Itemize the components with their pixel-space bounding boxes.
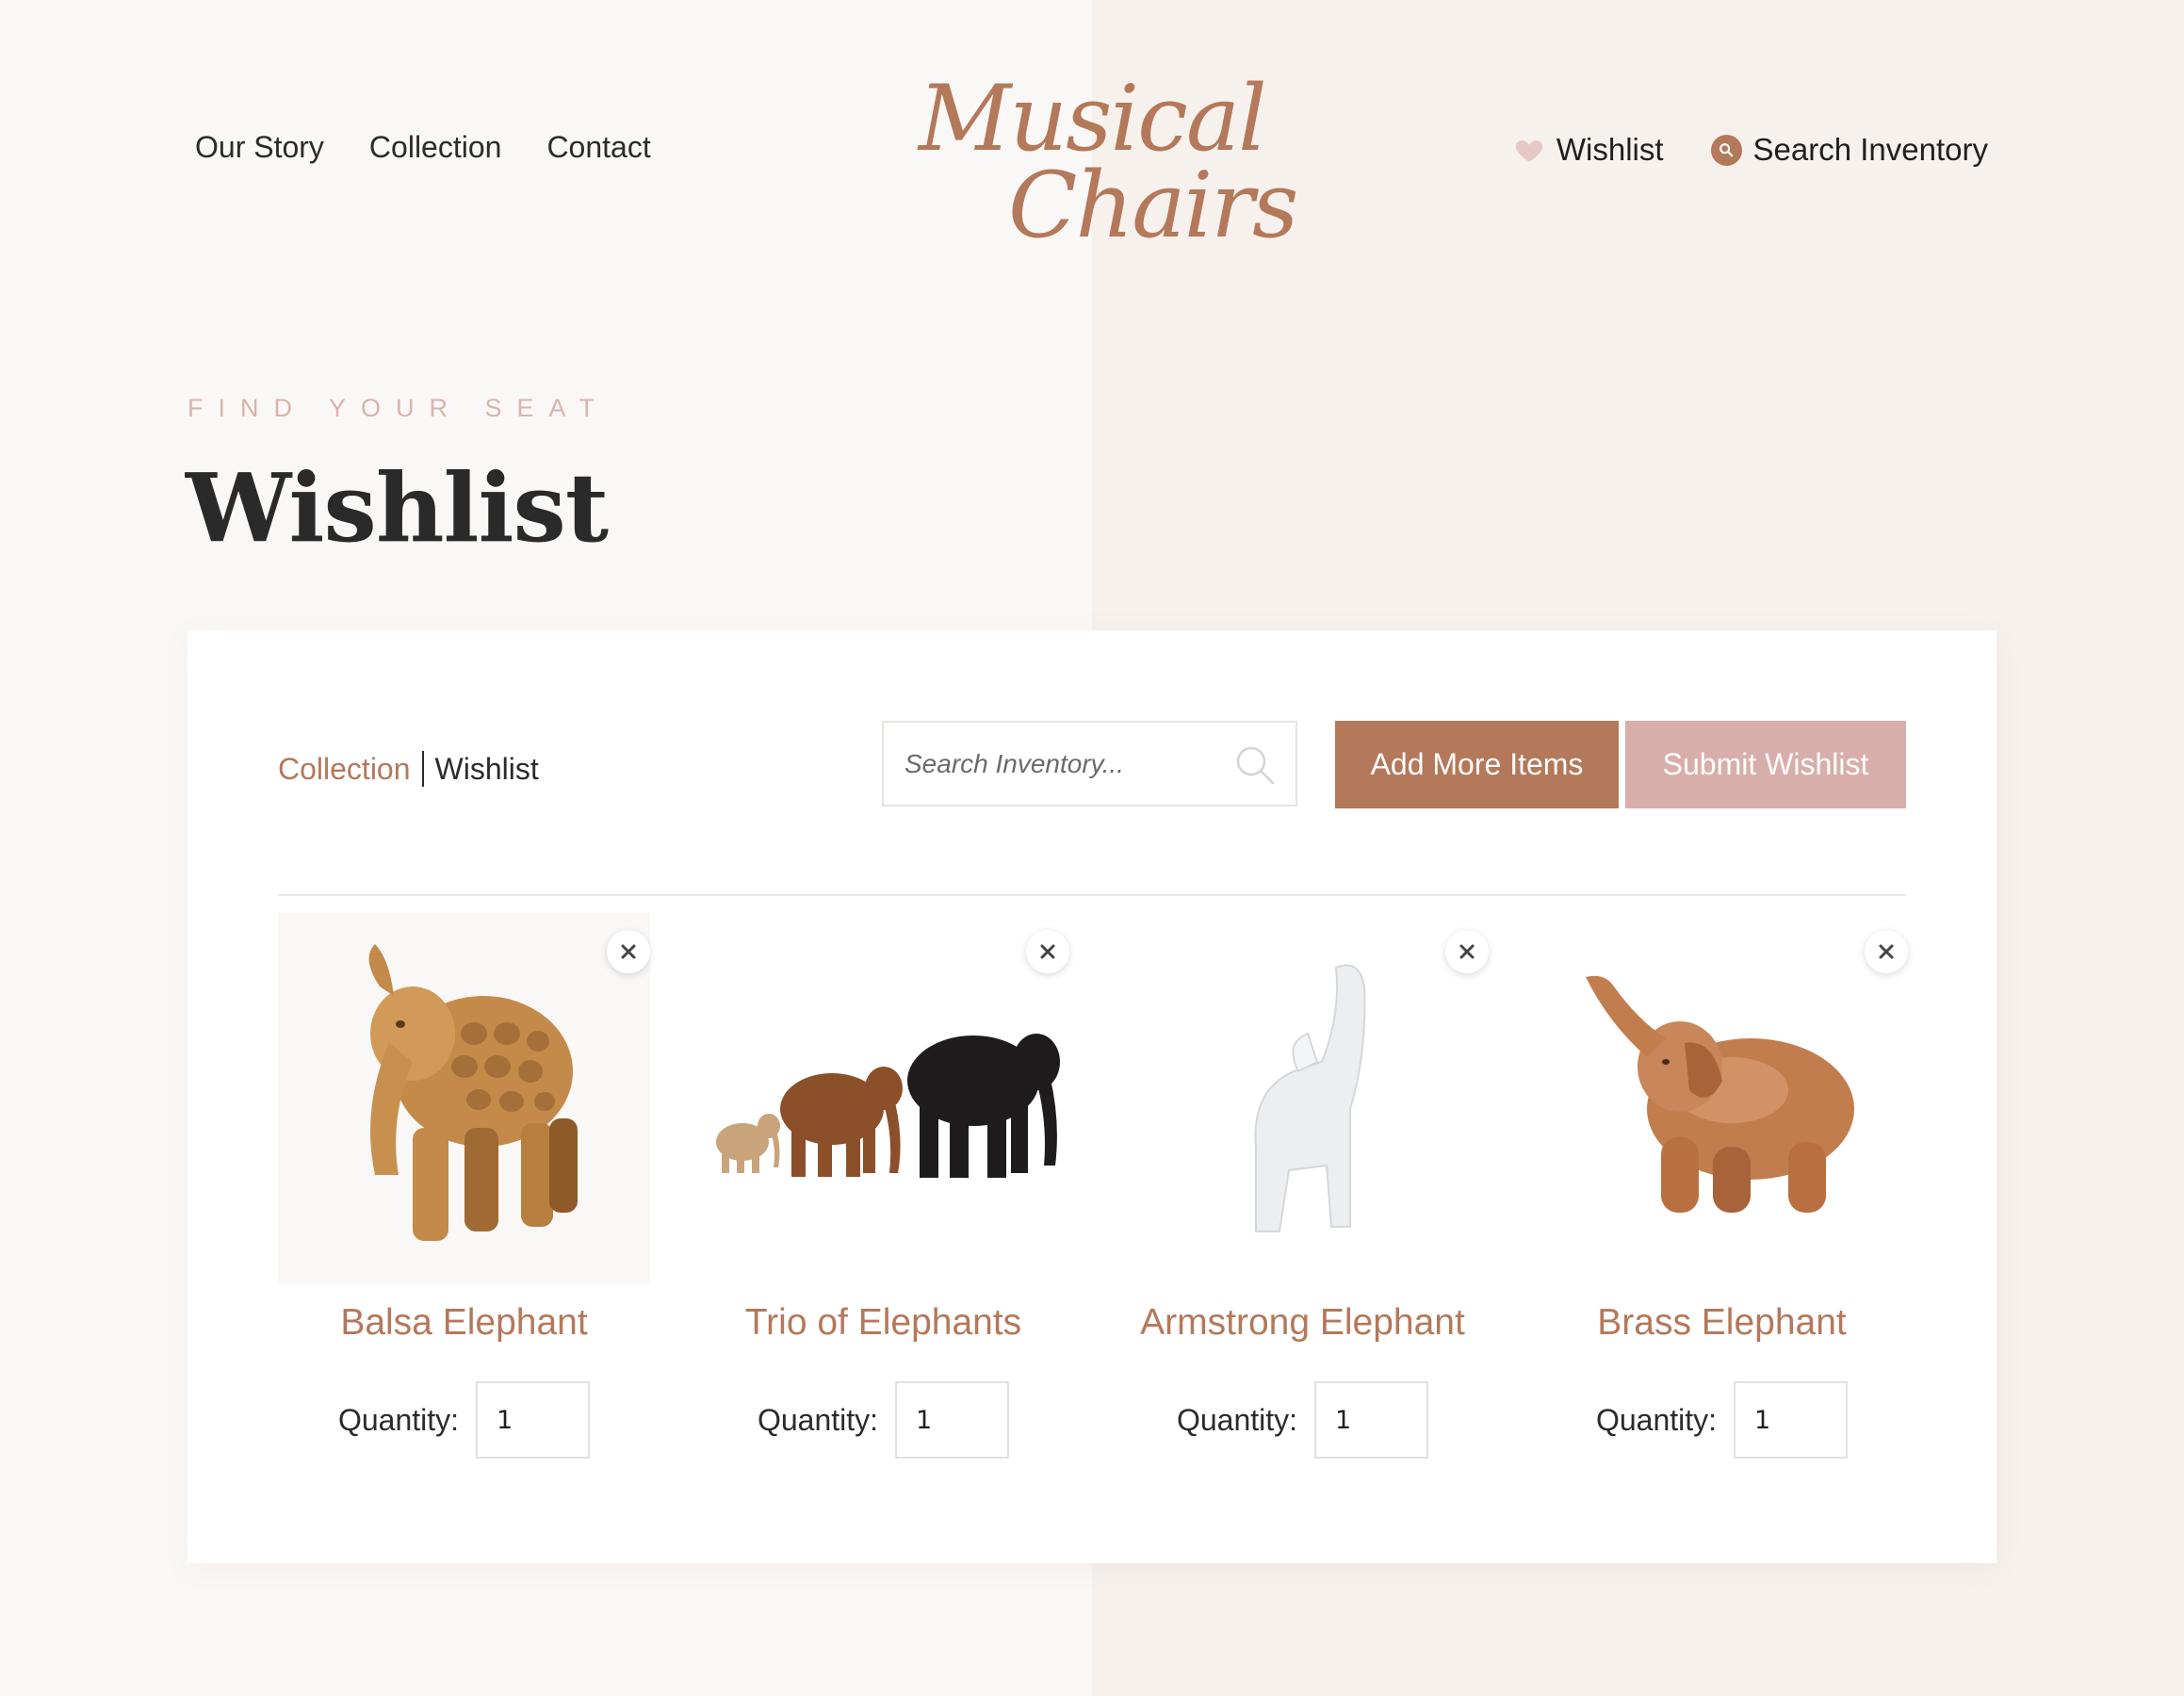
nav-collection[interactable]: Collection [369, 130, 502, 165]
nav-contact[interactable]: Contact [546, 130, 650, 165]
quantity-row: Quantity: [1536, 1381, 1908, 1459]
logo-line-2: Chairs [1008, 153, 1298, 258]
wishlist-item: Trio of Elephants Quantity: [697, 913, 1069, 1459]
product-name[interactable]: Armstrong Elephant [1116, 1302, 1489, 1344]
breadcrumb-current: Wishlist [434, 751, 539, 786]
product-image-armstrong-elephant[interactable] [1116, 913, 1489, 1285]
submit-wishlist-button[interactable]: Submit Wishlist [1625, 721, 1906, 808]
close-icon [621, 944, 636, 959]
wishlist-items: Balsa Elephant Quantity: 1 Trio of Eleph… [278, 913, 1908, 1459]
search-inventory-link[interactable]: Search Inventory [1710, 132, 1988, 168]
carved-elephant-image [368, 943, 578, 1241]
page-eyebrow: FIND YOUR SEAT [187, 394, 611, 422]
search-inventory-label: Search Inventory [1752, 132, 1988, 167]
product-image-balsa-elephant[interactable] [278, 913, 650, 1285]
logo[interactable]: Musical Chairs [919, 66, 1298, 264]
product-image-trio-of-elephants[interactable] [697, 913, 1069, 1285]
white-elephant-image [1254, 964, 1365, 1232]
wishlist-toolbar: Collection Wishlist Add More Items Submi… [278, 721, 1906, 896]
page-title: Wishlist [186, 452, 609, 563]
product-image-brass-elephant[interactable] [1536, 913, 1908, 1285]
search-icon [1710, 134, 1742, 166]
wishlist-item: Armstrong Elephant Quantity: [1116, 913, 1489, 1459]
nav-our-story[interactable]: Our Story [195, 130, 324, 165]
close-icon [1040, 944, 1055, 959]
quantity-label: Quantity: [757, 1402, 879, 1437]
breadcrumb-collection[interactable]: Collection [278, 752, 411, 787]
wishlist-link[interactable]: Wishlist [1513, 132, 1664, 168]
quantity-input[interactable] [1314, 1381, 1429, 1459]
quantity-row: Quantity: [278, 1381, 650, 1459]
close-icon [1459, 944, 1475, 959]
product-name[interactable]: Trio of Elephants [697, 1302, 1069, 1344]
quantity-input[interactable] [476, 1381, 591, 1459]
add-more-items-button[interactable]: Add More Items [1335, 721, 1619, 808]
quantity-label: Quantity: [1595, 1402, 1718, 1437]
product-name[interactable]: Brass Elephant [1536, 1302, 1908, 1344]
quantity-label: Quantity: [1176, 1402, 1298, 1437]
remove-item-button[interactable] [1445, 930, 1489, 973]
wishlist-card: Collection Wishlist Add More Items Submi… [187, 630, 1997, 1563]
wishlist-link-label: Wishlist [1556, 132, 1664, 167]
primary-nav: Our Story Collection Contact [195, 130, 651, 165]
inventory-search [882, 721, 1297, 807]
remove-item-button[interactable] [1865, 930, 1908, 973]
wishlist-item: Brass Elephant Quantity: [1536, 913, 1908, 1459]
quantity-label: Quantity: [337, 1402, 460, 1437]
quantity-input[interactable] [895, 1381, 1010, 1459]
quantity-input[interactable] [1734, 1381, 1849, 1459]
wishlist-item: Balsa Elephant Quantity: [278, 913, 650, 1459]
search-input[interactable] [905, 748, 1225, 779]
search-icon[interactable] [1231, 742, 1279, 789]
breadcrumb-divider [421, 751, 424, 787]
product-name[interactable]: Balsa Elephant [278, 1302, 650, 1344]
heart-icon [1515, 140, 1543, 162]
remove-item-button[interactable] [607, 930, 650, 973]
quantity-row: Quantity: [697, 1381, 1069, 1459]
utility-nav: Wishlist Search Inventory [1513, 132, 1988, 168]
brass-elephant-image [1585, 975, 1854, 1213]
breadcrumb: Collection Wishlist [278, 751, 539, 787]
quantity-row: Quantity: [1116, 1381, 1489, 1459]
trio-elephants-image [715, 1033, 1060, 1178]
close-icon [1879, 944, 1894, 959]
remove-item-button[interactable] [1026, 930, 1069, 973]
